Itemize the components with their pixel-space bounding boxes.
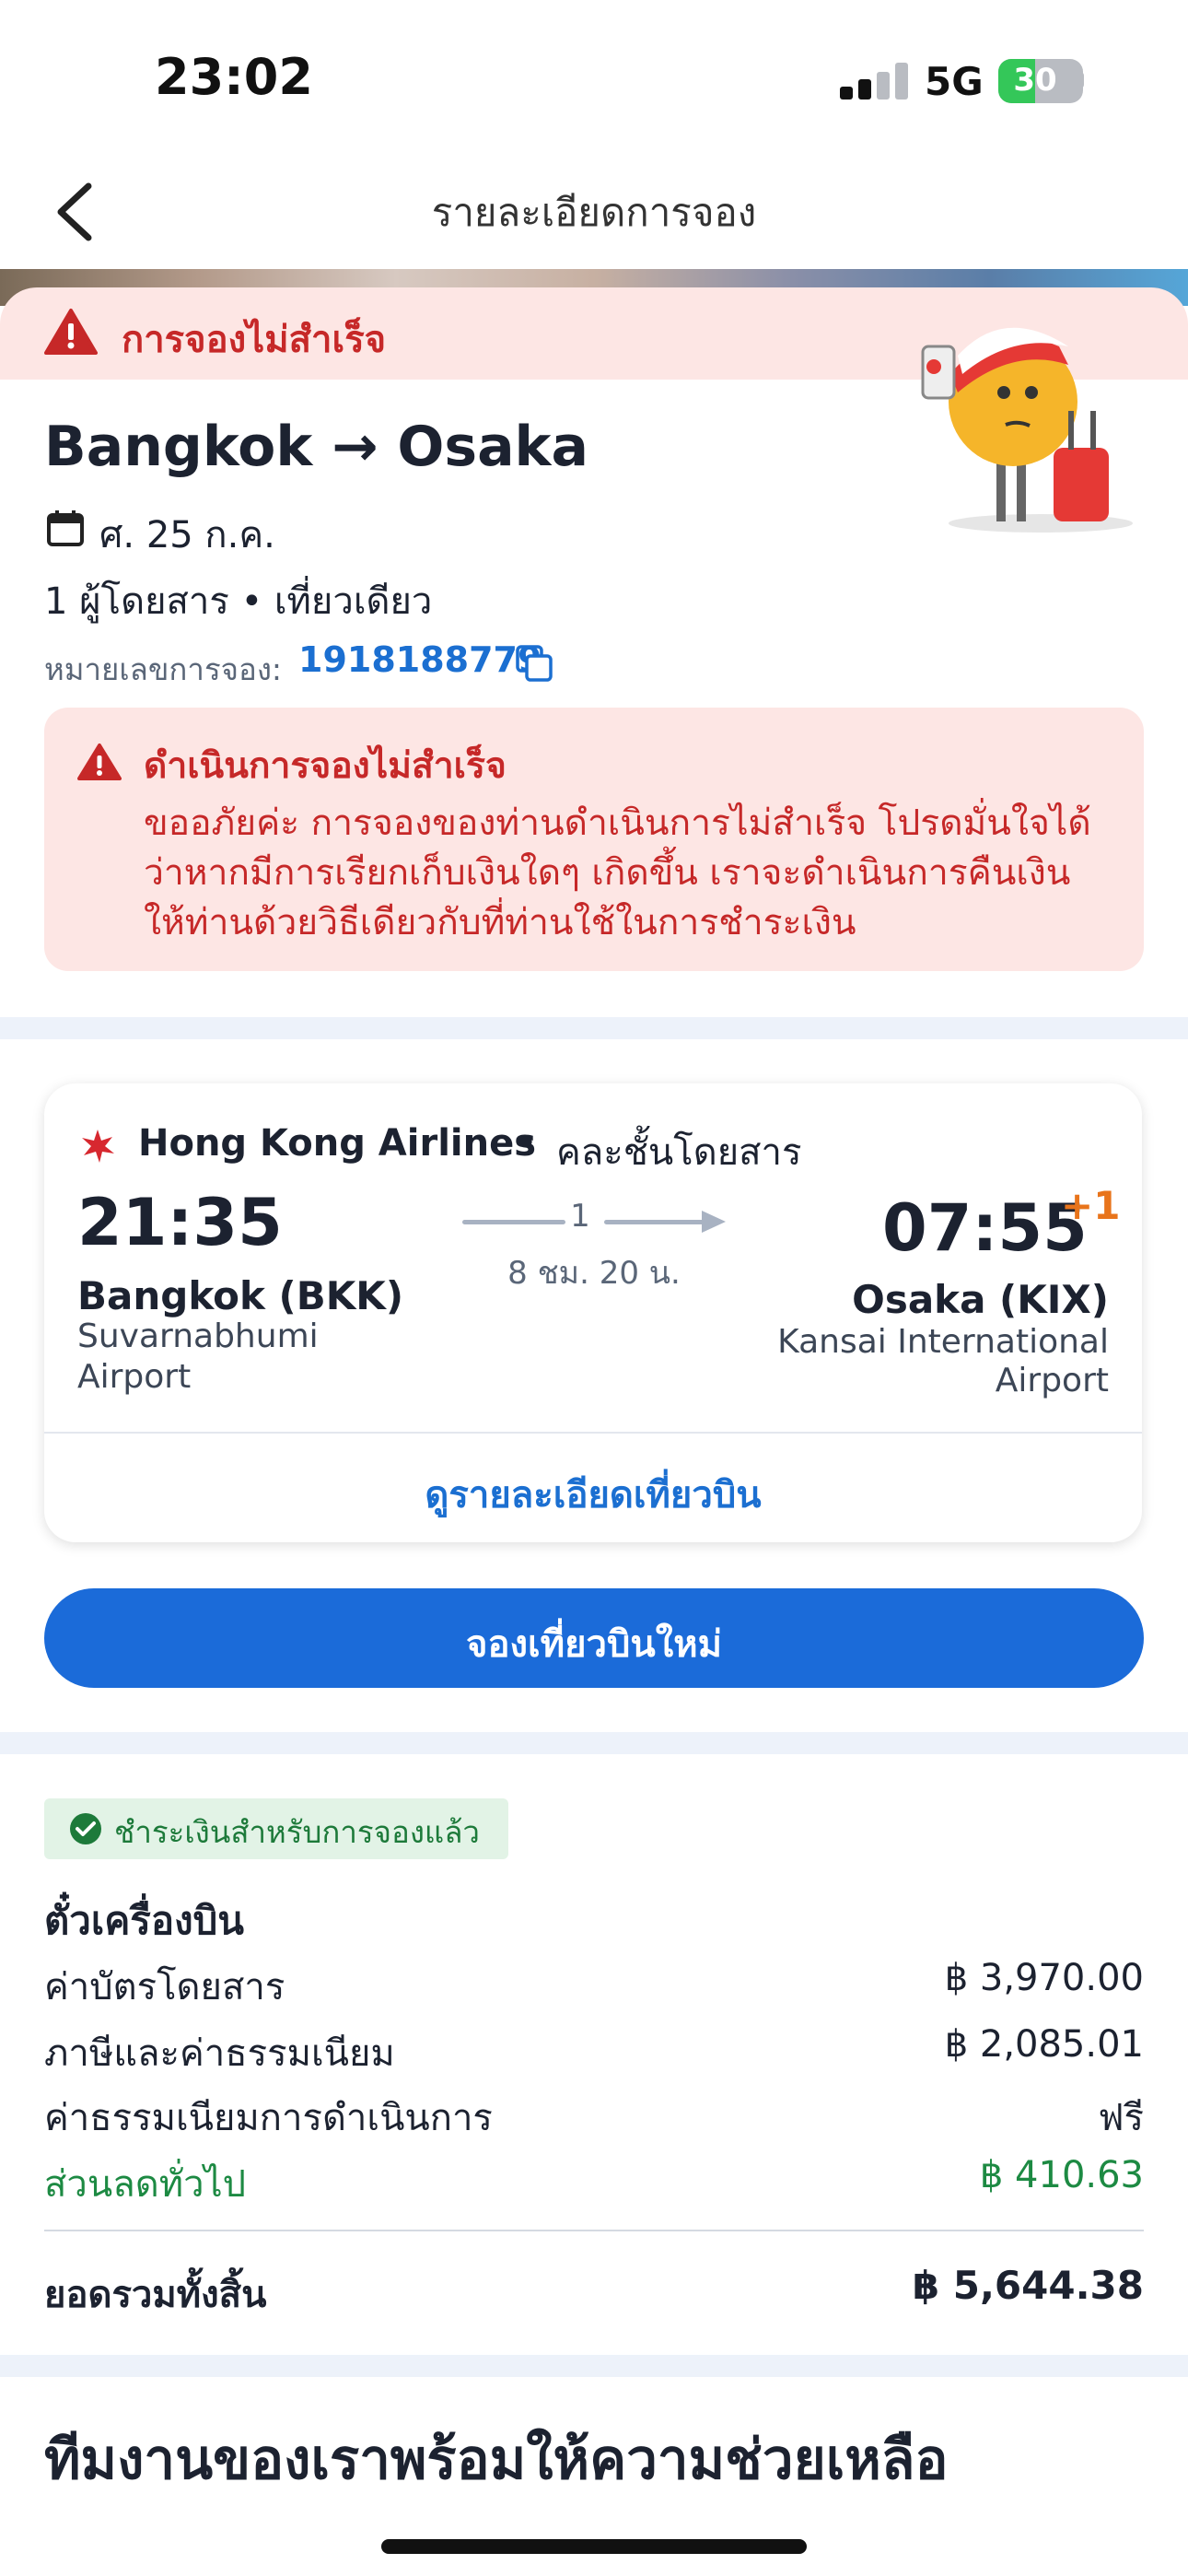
page-title: รายละเอียดการจอง [431,190,757,235]
alert-title: ดำเนินการจองไม่สำเร็จ [144,745,507,787]
price-row-value: ฿ 2,085.01 [944,2023,1144,2066]
departure-time: 21:35 [77,1185,283,1260]
alert-message-line: ให้ท่านด้วยวิธีเดียวกับที่ท่านใช้ในการชำ… [144,902,856,943]
route-line [604,1220,707,1224]
airline-name: Hong Kong Airlines [138,1122,537,1165]
price-row-label: ภาษีและค่าธรรมเนียม [44,2032,395,2075]
failure-banner-text: การจองไม่สำเร็จ [122,319,387,361]
flight-details-link[interactable]: ดูรายละเอียดเที่ยวบิน [44,1465,1142,1524]
arrival-city: Osaka (KIX) [852,1277,1109,1322]
calendar-icon [47,510,84,546]
route-title: Bangkok → Osaka [44,415,588,479]
flight-duration: 8 ชม. 20 น. [507,1255,681,1292]
cabin-class: คละชั้นโดยสาร [556,1131,802,1174]
warning-icon [44,309,98,355]
total-value: ฿ 5,644.38 [912,2263,1144,2308]
battery-icon: 30 [998,59,1083,103]
route-line [462,1220,565,1224]
passenger-info: 1 ผู้โดยสาร • เที่ยวเดียว [44,580,433,623]
rebook-button-label[interactable]: จองเที่ยวบินใหม่ [44,1614,1144,1673]
price-heading: ตั๋วเครื่องบิน [44,1898,244,1943]
price-row-label: ค่าบัตรโดยสาร [44,1966,285,2008]
arrival-time: 07:55 [882,1190,1088,1266]
arrival-airport: Airport [995,1362,1109,1399]
alert-message-line: ขออภัยค่ะ การจองของท่านดำเนินการไม่สำเร็… [144,802,1091,844]
copy-icon[interactable] [514,643,554,684]
booking-ref-number: 1918188779 [298,639,542,680]
check-circle-icon [70,1813,101,1844]
mascot-illustration [921,327,1133,533]
help-heading: ทีมงานของเราพร้อมให้ความช่วยเหลือ [44,2428,949,2492]
departure-airport: Airport [77,1358,192,1396]
discount-value: ฿ 410.63 [979,2154,1144,2196]
alert-message-line: ว่าหากมีการเรียกเก็บเงินใดๆ เกิดขึ้น เรา… [144,852,1071,894]
card-divider [44,1432,1142,1434]
status-time: 23:02 [155,48,313,106]
price-row-value: ฟรี [1098,2097,1144,2139]
price-row-label: ค่าธรรมเนียมการดำเนินการ [44,2097,493,2139]
warning-icon [77,744,122,780]
travel-date: ศ. 25 ก.ค. [99,514,275,556]
network-label: 5G [925,59,984,104]
section-divider [0,2355,1188,2377]
day-offset: +1 [1061,1183,1121,1228]
payment-status-text: ชำระเงินสำหรับการจองแล้ว [114,1814,480,1850]
arrival-airport: Kansai International [777,1323,1109,1361]
section-divider [0,1017,1188,1039]
arrow-right-icon [702,1211,726,1233]
departure-airport: Suvarnabhumi [77,1317,319,1355]
section-divider [0,1732,1188,1754]
airline-logo-icon [82,1130,114,1163]
price-divider [44,2230,1144,2231]
departure-city: Bangkok (BKK) [77,1273,404,1318]
battery-tip [1077,72,1084,88]
battery-level: 30 [1013,62,1057,99]
booking-ref-label: หมายเลขการจอง: [44,651,283,687]
discount-label: ส่วนลดทั่วไป [44,2163,247,2206]
signal-icon [840,61,914,100]
stop-count: 1 [570,1198,590,1235]
total-label: ยอดรวมทั้งสิ้น [44,2274,267,2316]
separator-dot: • [516,1122,538,1165]
home-indicator[interactable] [381,2539,807,2554]
price-row-value: ฿ 3,970.00 [944,1957,1144,1999]
